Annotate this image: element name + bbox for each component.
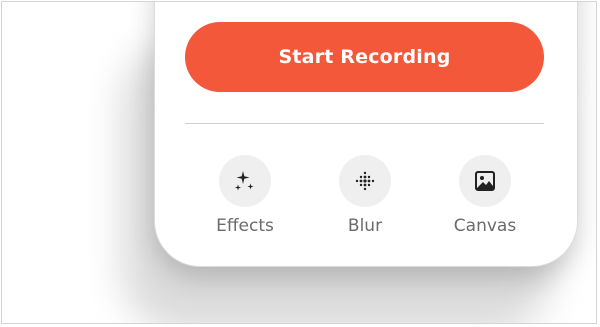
effects-button[interactable]: Effects: [190, 155, 300, 236]
canvas-icon-circle: [459, 155, 511, 207]
start-recording-button[interactable]: Start Recording: [185, 22, 544, 92]
sparkles-icon: [235, 171, 254, 191]
blur-icon-circle: [339, 155, 391, 207]
canvas-button[interactable]: Canvas: [430, 155, 540, 236]
divider: [185, 123, 544, 124]
dot-grid-icon: [355, 171, 375, 191]
effects-label: Effects: [216, 216, 274, 236]
canvas-label: Canvas: [453, 216, 517, 236]
screenshot-frame: Start Recording Effects Blur Canvas: [1, 1, 597, 324]
blur-label: Blur: [347, 216, 383, 236]
image-icon: [475, 171, 495, 191]
effects-icon-circle: [219, 155, 271, 207]
blur-button[interactable]: Blur: [310, 155, 420, 236]
